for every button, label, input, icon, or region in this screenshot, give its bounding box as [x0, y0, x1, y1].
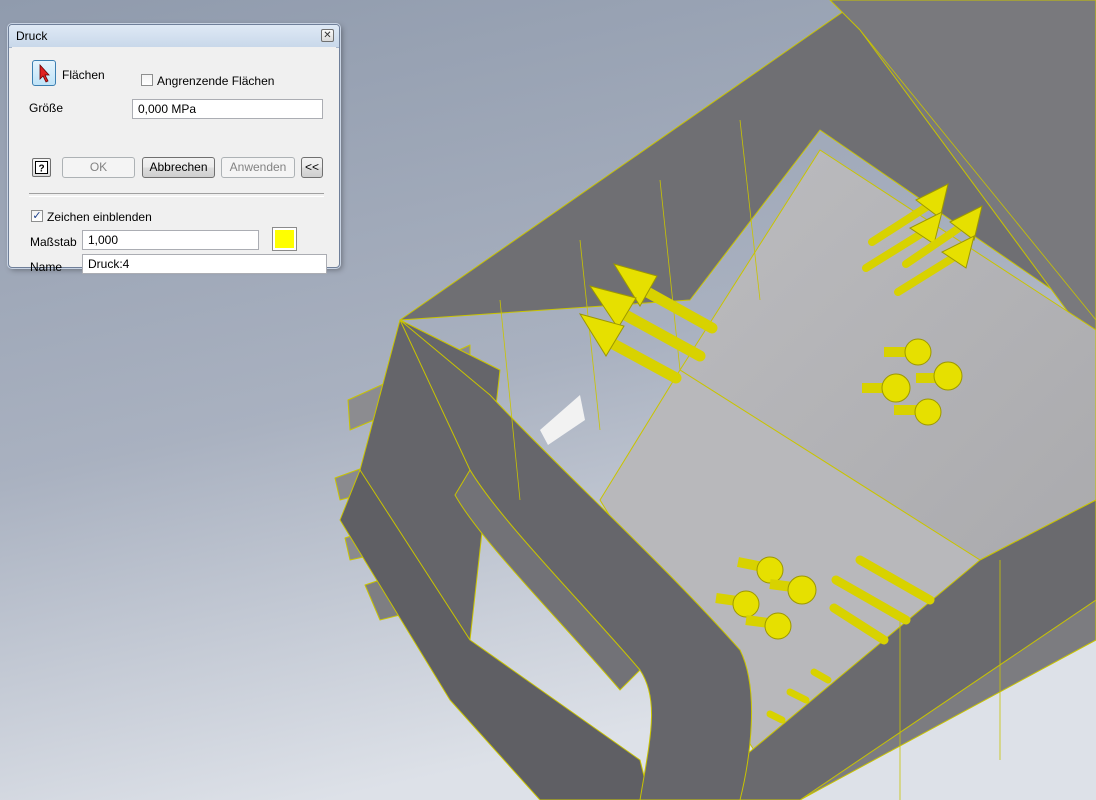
adjacent-faces-label: Angrenzende Flächen [157, 74, 275, 88]
svg-text:?: ? [38, 164, 44, 175]
dialog-title: Druck [16, 29, 48, 43]
show-glyph-checkbox[interactable]: ✓ [31, 210, 43, 222]
dialog-body: Flächen Angrenzende Flächen Größe 0,000 … [12, 47, 336, 274]
name-input[interactable]: Druck:4 [82, 254, 327, 274]
show-glyph-label: Zeichen einblenden [47, 210, 152, 224]
help-icon: ? [35, 161, 48, 175]
scale-input[interactable]: 1,000 [82, 230, 259, 250]
close-button[interactable]: ✕ [321, 29, 334, 42]
apply-button[interactable]: Anwenden [221, 157, 295, 178]
faces-label: Flächen [62, 68, 105, 82]
magnitude-label: Größe [29, 101, 64, 115]
cancel-button[interactable]: Abbrechen [142, 157, 215, 178]
pressure-dialog: Druck ✕ Flächen Angrenzende Flächen Größ… [8, 24, 340, 274]
separator [29, 193, 324, 197]
ok-button[interactable]: OK [62, 157, 135, 178]
glyph-color-swatch[interactable] [272, 227, 297, 251]
adjacent-faces-checkbox[interactable] [141, 74, 153, 86]
cursor-arrow-icon [39, 63, 50, 83]
check-icon: ✓ [32, 210, 42, 222]
dialog-titlebar[interactable]: Druck ✕ [9, 25, 339, 48]
scale-label: Maßstab [30, 235, 77, 249]
collapse-button[interactable]: << [301, 157, 323, 178]
name-label: Name [30, 260, 63, 274]
magnitude-input[interactable]: 0,000 MPa [132, 99, 323, 119]
glyph-color-fill [275, 230, 294, 248]
select-faces-button[interactable] [32, 60, 56, 86]
close-icon: ✕ [323, 30, 332, 41]
help-button[interactable]: ? [32, 158, 51, 177]
